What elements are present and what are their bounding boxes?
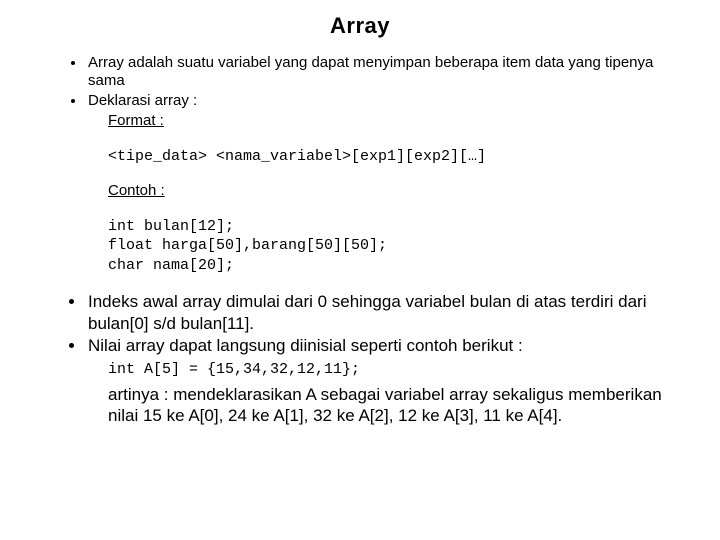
bullet-item: Nilai array dapat langsung diinisial sep… bbox=[86, 335, 690, 356]
format-label: Format : bbox=[108, 112, 690, 131]
bullet-list-bottom: Indeks awal array dimulai dari 0 sehingg… bbox=[30, 291, 690, 356]
contoh-label-text: Contoh : bbox=[108, 182, 165, 199]
contoh-label: Contoh : bbox=[108, 182, 690, 201]
slide-container: Array Array adalah suatu variabel yang d… bbox=[0, 0, 720, 540]
bullet-item: Array adalah suatu variabel yang dapat m… bbox=[86, 54, 690, 92]
bullet-item: Deklarasi array : bbox=[86, 92, 690, 111]
bullet-list-top: Array adalah suatu variabel yang dapat m… bbox=[30, 54, 690, 111]
contoh-code-block: int bulan[12]; float harga[50],barang[50… bbox=[108, 217, 690, 276]
format-label-text: Format : bbox=[108, 112, 164, 129]
bullet-item: Indeks awal array dimulai dari 0 sehingg… bbox=[86, 291, 690, 334]
slide-title: Array bbox=[30, 12, 690, 40]
format-code-block: <tipe_data> <nama_variabel>[exp1][exp2][… bbox=[108, 147, 690, 167]
meaning-text: artinya : mendeklarasikan A sebagai vari… bbox=[108, 384, 690, 427]
init-code-block: int A[5] = {15,34,32,12,11}; bbox=[108, 360, 690, 380]
